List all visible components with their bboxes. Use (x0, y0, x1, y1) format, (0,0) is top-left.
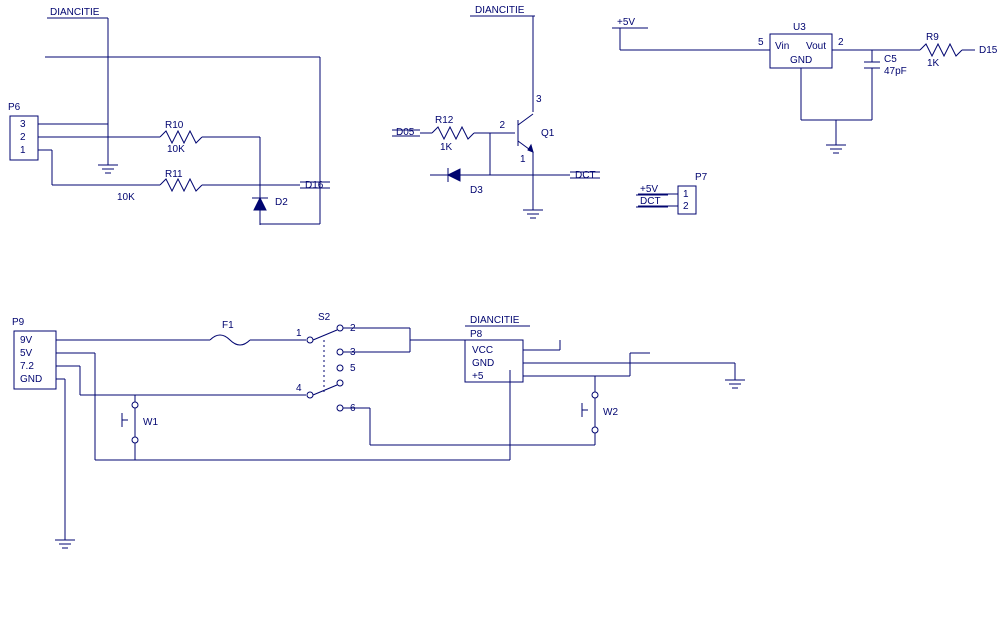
value-r12: 1K (440, 142, 453, 153)
refdes-d2: D2 (275, 197, 288, 208)
refdes-s2: S2 (318, 312, 331, 323)
netlabel-diancitie-2: DIANCITIE (475, 5, 525, 16)
refdes-c5: C5 (884, 54, 897, 65)
diode-d3 (448, 168, 460, 182)
refdes-p9: P9 (12, 317, 25, 328)
switch-s2 (307, 325, 343, 411)
resistor-r12 (432, 127, 474, 139)
p8-vcc: VCC (472, 345, 493, 356)
netlabel-d15: D15 (979, 45, 998, 56)
s2-pin4: 4 (296, 383, 302, 394)
gnd-symbol-3 (826, 145, 846, 153)
p7-net-5v: +5V (640, 184, 658, 195)
refdes-p8: P8 (470, 329, 483, 340)
q1-pin2: 2 (499, 120, 505, 131)
p6-pin2: 2 (20, 132, 26, 143)
resistor-r11 (160, 179, 202, 191)
gnd-symbol-5 (725, 380, 745, 388)
netlabel-diancitie-1: DIANCITIE (50, 7, 100, 18)
resistor-r10 (160, 131, 202, 143)
s2-pin1: 1 (296, 328, 302, 339)
transistor-q1 (518, 114, 533, 152)
u3-vout: Vout (806, 41, 826, 52)
netlabel-plus5v: +5V (617, 17, 635, 28)
p9-72: 7.2 (20, 361, 34, 372)
refdes-w1: W1 (143, 417, 158, 428)
p7-net-dct: DCT (640, 196, 661, 207)
p8-p5: +5 (472, 371, 484, 382)
refdes-u3: U3 (793, 22, 806, 33)
netlabel-diancitie-3: DIANCITIE (470, 315, 520, 326)
gnd-symbol-1 (98, 165, 118, 173)
switch-w2 (582, 392, 598, 433)
p7-pin2: 2 (683, 201, 689, 212)
refdes-q1: Q1 (541, 128, 555, 139)
u3-vin: Vin (775, 41, 789, 52)
refdes-p7: P7 (695, 172, 708, 183)
p9-5v: 5V (20, 348, 33, 359)
gnd-symbol-2 (523, 210, 543, 218)
resistor-r9 (920, 44, 962, 56)
p7-pin1: 1 (683, 189, 689, 200)
schematic-canvas: DIANCITIE P6 3 2 1 R10 10K R11 10K D16 D… (0, 0, 1000, 617)
s2-pin5: 5 (350, 363, 356, 374)
refdes-r10: R10 (165, 120, 184, 131)
refdes-p6: P6 (8, 102, 21, 113)
p8-gnd: GND (472, 358, 494, 369)
refdes-r12: R12 (435, 115, 454, 126)
refdes-f1: F1 (222, 320, 234, 331)
value-c5: 47pF (884, 66, 907, 77)
value-r10: 10K (167, 144, 185, 155)
refdes-r9: R9 (926, 32, 939, 43)
refdes-r11: R11 (165, 169, 183, 180)
value-r11: 10K (117, 192, 135, 203)
q1-pin3: 3 (536, 94, 542, 105)
u3-gnd: GND (790, 55, 812, 66)
q1-pin1: 1 (520, 154, 526, 165)
fuse-f1 (210, 335, 250, 345)
refdes-w2: W2 (603, 407, 618, 418)
p6-pin1: 1 (20, 145, 26, 156)
switch-w1 (122, 402, 138, 443)
p6-pin3: 3 (20, 119, 26, 130)
diode-d2 (252, 198, 268, 210)
u3-pin5: 5 (758, 37, 764, 48)
gnd-symbol-4 (55, 540, 75, 548)
p9-gnd: GND (20, 374, 42, 385)
refdes-d3: D3 (470, 185, 483, 196)
p9-9v: 9V (20, 335, 33, 346)
u3-pin2: 2 (838, 37, 844, 48)
value-r9: 1K (927, 58, 940, 69)
